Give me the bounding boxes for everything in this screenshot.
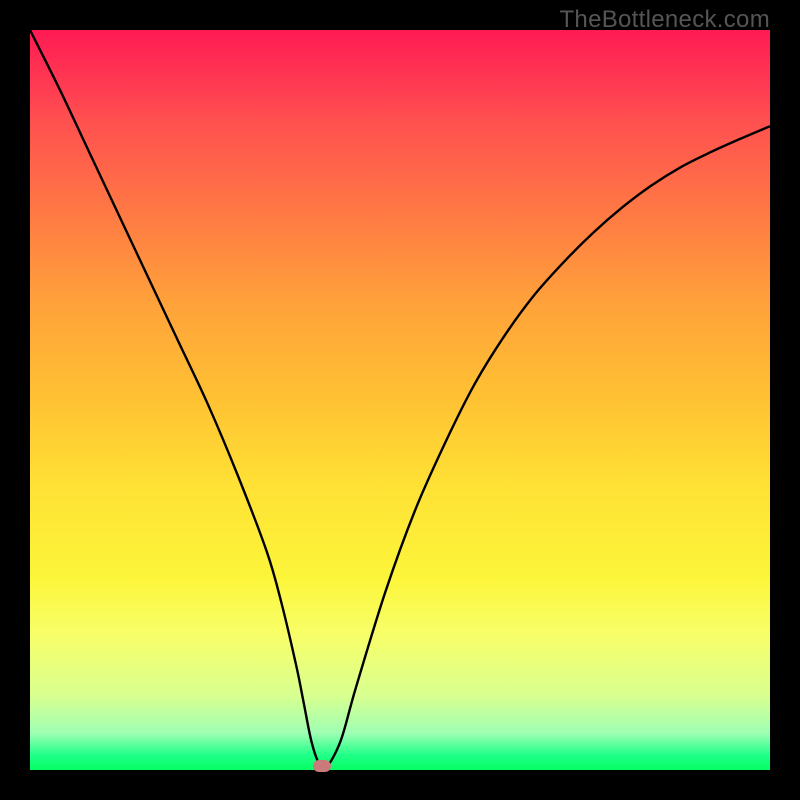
optimal-point-marker bbox=[313, 760, 331, 772]
chart-frame: TheBottleneck.com bbox=[0, 0, 800, 800]
plot-area bbox=[30, 30, 770, 770]
curve-path bbox=[30, 30, 770, 769]
bottleneck-curve bbox=[30, 30, 770, 770]
